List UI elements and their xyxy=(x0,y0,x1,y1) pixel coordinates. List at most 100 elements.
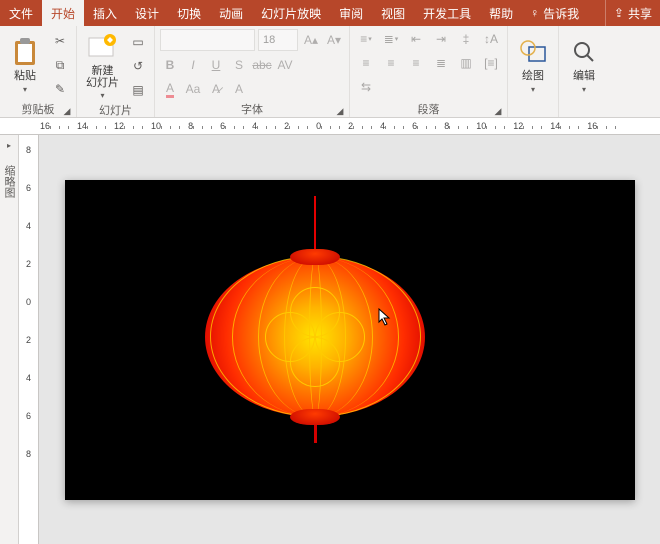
strike-button[interactable]: abc xyxy=(252,55,272,75)
tab-animations[interactable]: 动画 xyxy=(210,0,252,26)
clipboard-launcher[interactable]: ◢ xyxy=(61,105,73,117)
slide[interactable] xyxy=(65,180,635,500)
format-painter-button[interactable]: ✎ xyxy=(49,78,71,100)
indent-dec-button[interactable]: ⇤ xyxy=(405,29,427,49)
shadow-icon: S xyxy=(235,58,243,72)
change-case-button[interactable]: Aa xyxy=(183,79,203,99)
justify-button[interactable]: ≣ xyxy=(430,53,452,73)
align-center-button[interactable]: ≡ xyxy=(380,53,402,73)
smartart-button[interactable]: ⇆ xyxy=(355,77,377,97)
menu-bar: 文件 开始 插入 设计 切换 动画 幻灯片放映 审阅 视图 开发工具 帮助 ♀ … xyxy=(0,0,660,26)
outline-panel-toggle[interactable]: ▸ 缩略图 xyxy=(0,135,19,544)
lantern-tassel xyxy=(314,423,317,443)
indent-inc-button[interactable]: ⇥ xyxy=(430,29,452,49)
share-icon: ⇪ xyxy=(614,6,624,20)
tab-view[interactable]: 视图 xyxy=(372,0,414,26)
bold-button[interactable]: B xyxy=(160,55,180,75)
italic-button[interactable]: I xyxy=(183,55,203,75)
workspace: ▸ 缩略图 864202468 xyxy=(0,135,660,544)
tab-transitions[interactable]: 切换 xyxy=(168,0,210,26)
paste-label: 粘贴 xyxy=(14,70,36,82)
bullets-button[interactable]: ≡▾ xyxy=(355,29,377,49)
align-text-icon: [≡] xyxy=(484,56,498,70)
slides-group-label: 幻灯片 xyxy=(99,105,132,117)
numbering-icon: ≣ xyxy=(384,32,394,46)
brush-icon: ✎ xyxy=(55,82,65,96)
tab-insert[interactable]: 插入 xyxy=(84,0,126,26)
line-spacing-button[interactable]: ‡ xyxy=(455,29,477,49)
tab-file[interactable]: 文件 xyxy=(0,0,42,26)
tab-help[interactable]: 帮助 xyxy=(480,0,522,26)
align-text-button[interactable]: [≡] xyxy=(480,53,502,73)
bold-icon: B xyxy=(166,58,175,72)
font-color-icon: A xyxy=(166,81,174,98)
spacing-icon: AV xyxy=(277,58,292,72)
tab-slideshow[interactable]: 幻灯片放映 xyxy=(252,0,330,26)
chevron-down-icon: ▾ xyxy=(23,85,27,94)
font-name-input[interactable] xyxy=(160,29,255,51)
align-left-button[interactable]: ≡ xyxy=(355,53,377,73)
smartart-icon: ⇆ xyxy=(361,80,371,94)
clipboard-icon xyxy=(9,36,41,68)
cut-button[interactable]: ✂ xyxy=(49,30,71,52)
share-label: 共享 xyxy=(628,5,652,22)
section-button[interactable]: ▤ xyxy=(127,79,149,101)
paste-button[interactable]: 粘贴 ▾ xyxy=(5,34,45,95)
font-launcher[interactable]: ◢ xyxy=(334,105,346,117)
group-drawing: 绘图 ▾ xyxy=(508,26,559,117)
highlight-icon: A xyxy=(235,82,243,96)
shadow-button[interactable]: S xyxy=(229,55,249,75)
spacing-button[interactable]: AV xyxy=(275,55,295,75)
lantern-cap-top xyxy=(290,249,340,265)
columns-icon: ▥ xyxy=(460,56,471,70)
tell-me[interactable]: ♀ 告诉我 xyxy=(522,0,587,26)
align-left-icon: ≡ xyxy=(362,56,369,70)
tab-home[interactable]: 开始 xyxy=(42,0,84,26)
new-slide-icon xyxy=(87,31,119,63)
paragraph-group-label: 段落 xyxy=(418,104,440,116)
increase-font-icon: A▴ xyxy=(304,33,318,47)
font-group-label: 字体 xyxy=(241,104,263,116)
copy-button[interactable]: ⧉ xyxy=(49,54,71,76)
line-spacing-icon: ‡ xyxy=(463,32,470,46)
new-slide-label: 新建 幻灯片 xyxy=(86,65,119,89)
section-icon: ▤ xyxy=(132,83,143,97)
underline-button[interactable]: U xyxy=(206,55,226,75)
bullets-icon: ≡ xyxy=(360,32,367,46)
outline-label: 缩略图 xyxy=(1,165,17,198)
lantern-shape[interactable] xyxy=(205,196,425,443)
text-direction-button[interactable]: ↕A xyxy=(480,29,502,49)
align-right-icon: ≡ xyxy=(412,56,419,70)
layout-button[interactable]: ▭ xyxy=(127,31,149,53)
tab-design[interactable]: 设计 xyxy=(126,0,168,26)
ruler-vertical[interactable]: 864202468 xyxy=(19,135,39,544)
justify-icon: ≣ xyxy=(436,56,446,70)
new-slide-button[interactable]: 新建 幻灯片 ▾ xyxy=(82,29,123,102)
clear-format-button[interactable]: A̷ xyxy=(206,79,226,99)
font-color-button[interactable]: A xyxy=(160,79,180,99)
shapes-icon xyxy=(517,36,549,68)
editing-label: 编辑 xyxy=(573,70,595,82)
numbering-button[interactable]: ≣▾ xyxy=(380,29,402,49)
reset-icon: ↺ xyxy=(133,59,143,73)
highlight-button[interactable]: A xyxy=(229,79,249,99)
align-right-button[interactable]: ≡ xyxy=(405,53,427,73)
paragraph-launcher[interactable]: ◢ xyxy=(492,105,504,117)
columns-button[interactable]: ▥ xyxy=(455,53,477,73)
share-button[interactable]: ⇪ 共享 xyxy=(605,0,660,26)
editing-button[interactable]: 编辑 ▾ xyxy=(564,34,604,95)
slide-canvas[interactable] xyxy=(39,135,660,544)
decrease-font-button[interactable]: A▾ xyxy=(324,30,344,50)
tab-review[interactable]: 审阅 xyxy=(330,0,372,26)
increase-font-button[interactable]: A▴ xyxy=(301,30,321,50)
drawing-button[interactable]: 绘图 ▾ xyxy=(513,34,553,95)
font-size-input[interactable]: 18 xyxy=(258,29,298,51)
lantern-body xyxy=(205,257,425,417)
tab-devtools[interactable]: 开发工具 xyxy=(414,0,480,26)
underline-icon: U xyxy=(212,58,221,72)
copy-icon: ⧉ xyxy=(56,58,65,73)
decrease-font-icon: A▾ xyxy=(327,33,341,47)
lantern-knot xyxy=(265,287,365,387)
reset-button[interactable]: ↺ xyxy=(127,55,149,77)
ruler-horizontal[interactable]: 1614121086420246810121416 xyxy=(0,118,660,135)
